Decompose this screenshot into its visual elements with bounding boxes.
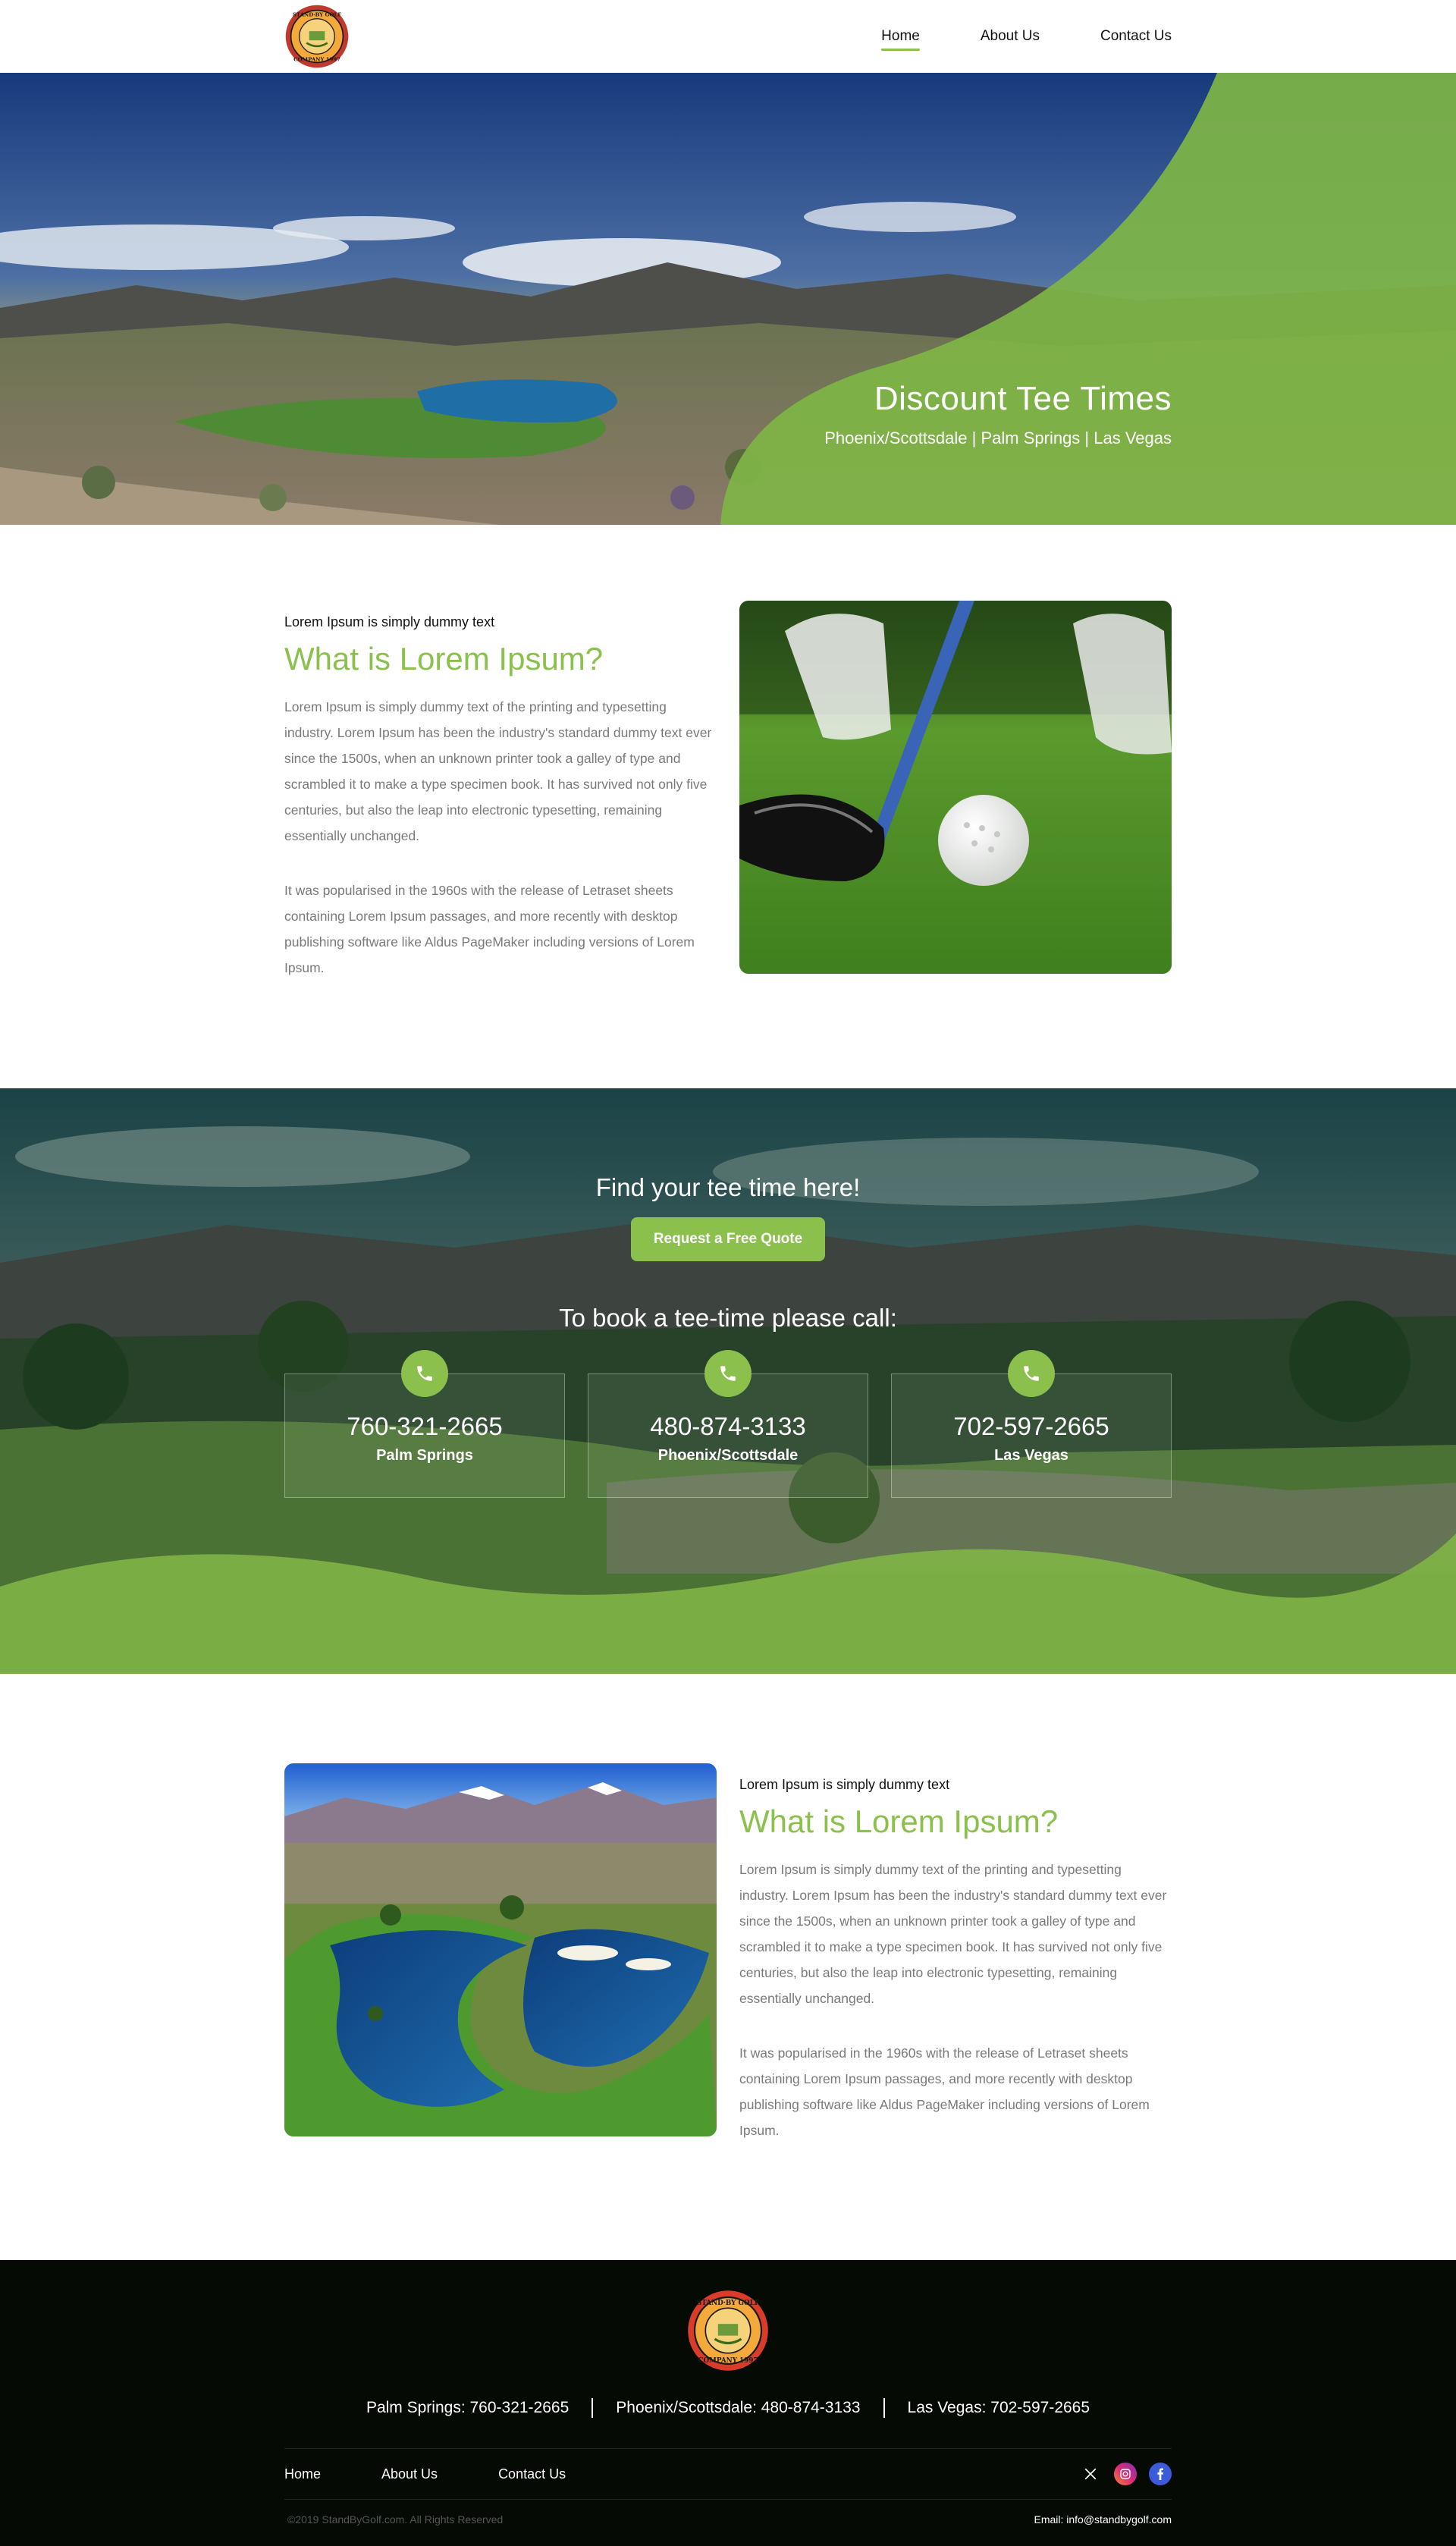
tee-call-heading: To book a tee-time please call: xyxy=(559,1304,897,1332)
tee-time-section: Find your tee time here! Request a Free … xyxy=(0,1088,1456,1674)
facebook-icon[interactable] xyxy=(1149,2463,1172,2485)
divider xyxy=(592,2398,594,2418)
instagram-icon[interactable] xyxy=(1114,2463,1137,2485)
city-label: Palm Springs xyxy=(376,1447,473,1464)
about-text-block: Lorem Ipsum is simply dummy text What is… xyxy=(739,1763,1172,2172)
footer-contact-link[interactable]: Contact Us xyxy=(498,2466,566,2482)
phone-card-las-vegas[interactable]: 702-597-2665 Las Vegas xyxy=(891,1350,1172,1498)
tee-heading: Find your tee time here! xyxy=(595,1173,861,1201)
phone-icon xyxy=(401,1350,448,1397)
footer-phone-palm-springs[interactable]: Palm Springs: 760-321-2665 xyxy=(366,2399,569,2417)
footer-bottom: ©2019 StandByGolf.com. All Rights Reserv… xyxy=(284,2500,1172,2526)
footer-phone-las-vegas[interactable]: Las Vegas: 702-597-2665 xyxy=(908,2399,1090,2417)
svg-text:STAND·BY GOLF: STAND·BY GOLF xyxy=(697,2300,760,2307)
phone-number[interactable]: 480-874-3133 xyxy=(588,1412,868,1441)
hero-caption: Discount Tee Times Phoenix/Scottsdale | … xyxy=(824,380,1172,448)
about-eyebrow: Lorem Ipsum is simply dummy text xyxy=(739,1777,950,1792)
footer-logo[interactable]: STAND·BY GOLF COMPANY 1997 xyxy=(686,2289,770,2372)
footer-home-link[interactable]: Home xyxy=(284,2466,321,2482)
footer-about-link[interactable]: About Us xyxy=(381,2466,438,2482)
x-twitter-icon[interactable] xyxy=(1079,2463,1102,2485)
logo-lettering: STAND·BY GOLF xyxy=(293,11,341,17)
about-text-block: Lorem Ipsum is simply dummy text What is… xyxy=(284,601,717,1009)
phone-icon xyxy=(704,1350,752,1397)
city-label: Phoenix/Scottsdale xyxy=(657,1447,799,1464)
green-wave-divider xyxy=(0,1534,1456,1674)
about-eyebrow: Lorem Ipsum is simply dummy text xyxy=(284,614,495,629)
nav-home-link[interactable]: Home xyxy=(881,24,920,51)
hero-background-image xyxy=(0,73,1456,525)
footer-nav: Home About Us Contact Us xyxy=(284,2466,566,2482)
phone-cards: 760-321-2665 Palm Springs 480-874-3133 P… xyxy=(284,1350,1172,1498)
footer-nav-bar: Home About Us Contact Us xyxy=(284,2448,1172,2500)
about-title: What is Lorem Ipsum? xyxy=(284,641,604,677)
about-title: What is Lorem Ipsum? xyxy=(739,1804,1059,1839)
main-nav: Home About Us Contact Us xyxy=(881,24,1172,51)
nav-about-link[interactable]: About Us xyxy=(981,24,1040,49)
about-section-2: Lorem Ipsum is simply dummy text What is… xyxy=(0,1674,1456,2260)
about-paragraph-2: It was popularised in the 1960s with the… xyxy=(284,883,695,975)
svg-text:COMPANY 1997: COMPANY 1997 xyxy=(293,57,340,63)
footer-phone-phoenix[interactable]: Phoenix/Scottsdale: 480-874-3133 xyxy=(616,2399,860,2417)
phone-icon xyxy=(1008,1350,1055,1397)
hero-slider: Discount Tee Times Phoenix/Scottsdale | … xyxy=(0,73,1456,525)
about-paragraph-1: Lorem Ipsum is simply dummy text of the … xyxy=(284,699,712,843)
golf-course-aerial-image xyxy=(284,1763,717,2136)
phone-number[interactable]: 702-597-2665 xyxy=(892,1412,1171,1441)
about-paragraph-1: Lorem Ipsum is simply dummy text of the … xyxy=(739,1862,1167,2006)
divider xyxy=(883,2398,885,2418)
tee-content: Find your tee time here! Request a Free … xyxy=(0,1088,1456,1498)
hero-title: Discount Tee Times xyxy=(874,380,1172,417)
footer-email[interactable]: Email: info@standbygolf.com xyxy=(1034,2513,1172,2526)
golf-ball-image xyxy=(739,601,1172,974)
phone-card-palm-springs[interactable]: 760-321-2665 Palm Springs xyxy=(284,1350,565,1498)
footer-phone-list: Palm Springs: 760-321-2665 Phoenix/Scott… xyxy=(0,2398,1456,2418)
city-label: Las Vegas xyxy=(994,1447,1068,1464)
phone-number[interactable]: 760-321-2665 xyxy=(285,1412,564,1441)
site-header: STAND·BY GOLF COMPANY 1997 Home About Us… xyxy=(0,0,1456,73)
company-logo[interactable]: STAND·BY GOLF COMPANY 1997 xyxy=(284,4,350,69)
about-section-1: Lorem Ipsum is simply dummy text What is… xyxy=(0,525,1456,1088)
svg-text:COMPANY 1997: COMPANY 1997 xyxy=(698,2357,758,2365)
request-quote-button[interactable]: Request a Free Quote xyxy=(630,1217,826,1261)
social-links xyxy=(1079,2463,1172,2485)
phone-card-phoenix[interactable]: 480-874-3133 Phoenix/Scottsdale xyxy=(588,1350,868,1498)
site-footer: STAND·BY GOLF COMPANY 1997 Palm Springs:… xyxy=(0,2260,1456,2546)
nav-contact-link[interactable]: Contact Us xyxy=(1100,24,1172,49)
about-paragraph-2: It was popularised in the 1960s with the… xyxy=(739,2045,1150,2138)
hero-subtitle: Phoenix/Scottsdale | Palm Springs | Las … xyxy=(824,429,1172,447)
copyright-text: ©2019 StandByGolf.com. All Rights Reserv… xyxy=(287,2513,504,2526)
